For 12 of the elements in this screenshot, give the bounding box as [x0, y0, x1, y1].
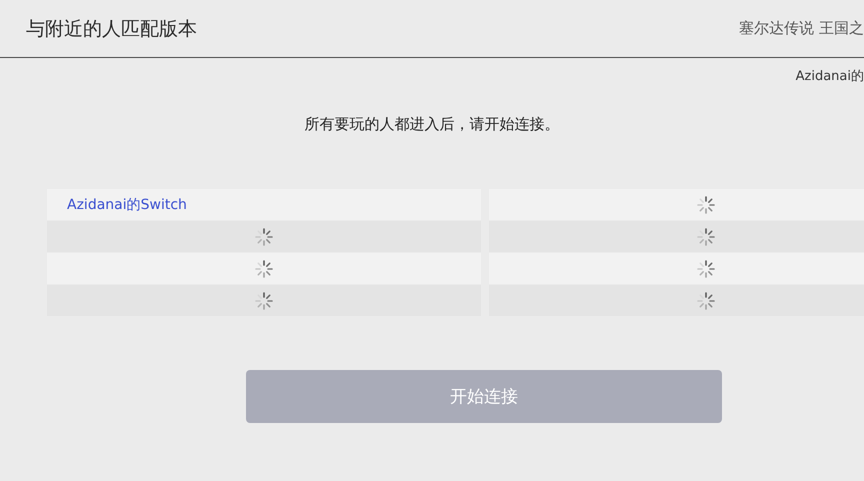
loading-spinner-icon: [696, 194, 716, 214]
instruction-text: 所有要玩的人都进入后，请开始连接。: [304, 115, 560, 133]
loading-spinner-icon: [254, 226, 274, 246]
loading-spinner-icon: [696, 290, 716, 310]
loading-spinner-icon: [254, 290, 274, 310]
loading-spinner-icon: [696, 258, 716, 278]
loading-spinner-icon: [696, 226, 716, 246]
game-title: 塞尔达传说 王国之: [739, 19, 864, 38]
user-label: Azidanai的: [796, 68, 864, 86]
loading-spinner-icon: [254, 258, 274, 278]
page-title: 与附近的人匹配版本: [26, 16, 197, 42]
player-name: Azidanai的Switch: [67, 196, 187, 214]
